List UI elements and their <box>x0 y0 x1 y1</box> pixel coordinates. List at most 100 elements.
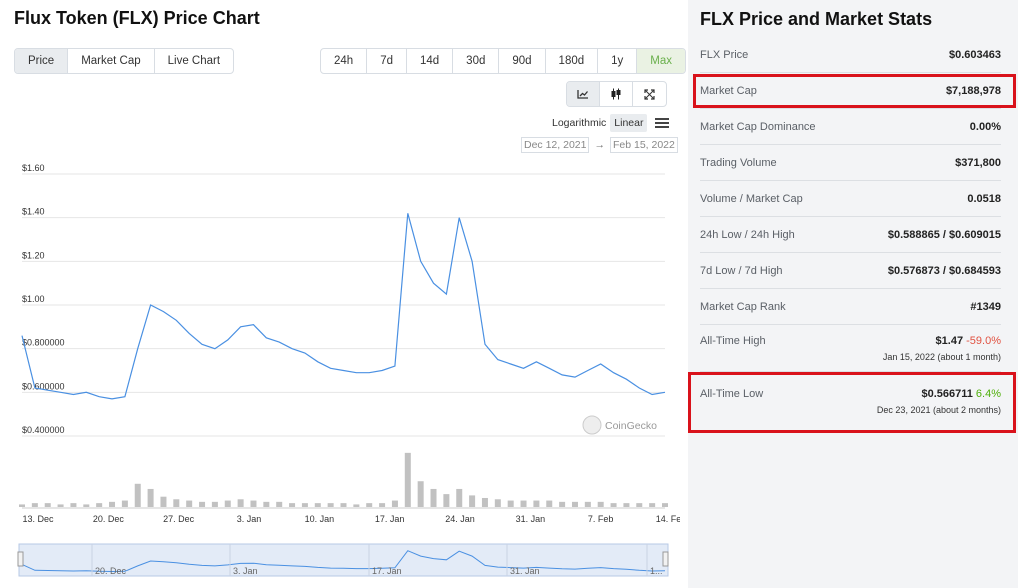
ath-change: -59.0% <box>966 335 1001 347</box>
range-180d[interactable]: 180d <box>546 49 599 73</box>
stat-label: 24h Low / 24h High <box>700 229 795 241</box>
x-tick-label: 31. Jan <box>516 514 546 524</box>
volume-bar <box>173 499 180 507</box>
stat-row-24h-range: 24h Low / 24h High $0.588865 / $0.609015 <box>700 217 1001 253</box>
y-tick-label: $1.00 <box>22 294 45 304</box>
tab-market-cap[interactable]: Market Cap <box>68 49 155 73</box>
ath-date: Jan 15, 2022 (about 1 month) <box>882 352 1001 362</box>
navigator-handle-right <box>662 551 669 567</box>
volume-bar <box>417 481 424 507</box>
stat-label: 7d Low / 7d High <box>700 265 783 277</box>
volume-bar <box>250 500 257 507</box>
stat-label: Trading Volume <box>700 157 777 169</box>
volume-bar <box>314 503 321 507</box>
stat-row-price: FLX Price $0.603463 <box>700 37 1001 73</box>
volume-bar <box>469 495 476 507</box>
range-7d[interactable]: 7d <box>367 49 407 73</box>
volume-bar <box>186 500 193 507</box>
x-tick-label: 24. Jan <box>445 514 475 524</box>
volume-bar <box>276 501 283 507</box>
volume-bar <box>340 503 347 507</box>
navigator-label: 20. Dec <box>95 566 127 576</box>
x-tick-label: 3. Jan <box>237 514 262 524</box>
tab-live-chart[interactable]: Live Chart <box>155 49 233 73</box>
volume-bar <box>610 503 617 507</box>
scale-linear[interactable]: Linear <box>610 114 648 132</box>
volume-bar <box>19 504 25 507</box>
volume-bar <box>494 499 501 507</box>
volume-bar <box>109 501 116 507</box>
stat-label: Market Cap Rank <box>700 301 786 313</box>
scale-toggle: Logarithmic Linear <box>548 114 670 132</box>
volume-bar <box>520 500 527 507</box>
highlight-market-cap <box>693 74 1016 108</box>
price-line <box>21 213 666 400</box>
candlestick-button[interactable] <box>600 82 633 106</box>
y-tick-label: $1.20 <box>22 250 45 260</box>
volume-bar <box>391 500 398 507</box>
line-chart-icon <box>577 90 588 99</box>
stat-label: FLX Price <box>700 49 749 61</box>
tab-price[interactable]: Price <box>15 49 69 73</box>
volume-bar <box>70 503 77 507</box>
x-tick-label: 27. Dec <box>163 514 195 524</box>
stat-value: $0.603463 <box>949 49 1001 61</box>
stats-title: FLX Price and Market Stats <box>700 9 933 29</box>
volume-bar <box>443 494 450 507</box>
volume-bar <box>44 503 51 507</box>
navigator-label: 3. Jan <box>233 566 258 576</box>
navigator-label: 17. Jan <box>372 566 402 576</box>
fullscreen-icon <box>644 88 655 100</box>
volume-bar <box>559 501 566 507</box>
volume-bar <box>289 503 296 507</box>
y-tick-label: $1.60 <box>22 163 45 173</box>
x-tick-label: 14. Feb <box>656 514 680 524</box>
volume-bar <box>507 500 514 507</box>
highlight-all-time-low <box>688 372 1016 433</box>
chart-menu-icon[interactable] <box>655 116 670 130</box>
volume-bar <box>211 501 218 507</box>
volume-bar <box>649 503 656 507</box>
stat-value: 0.0518 <box>967 193 1001 205</box>
volume-bar <box>636 503 643 507</box>
range-30d[interactable]: 30d <box>453 49 500 73</box>
volume-bar <box>571 501 578 507</box>
volume-bar <box>404 452 411 507</box>
volume-bar <box>31 503 38 507</box>
volume-bar <box>481 497 488 507</box>
volume-bar <box>456 488 463 507</box>
x-tick-label: 10. Jan <box>305 514 335 524</box>
x-tick-label: 7. Feb <box>588 514 614 524</box>
x-tick-label: 17. Jan <box>375 514 405 524</box>
stat-label: Market Cap Dominance <box>700 121 816 133</box>
range-max[interactable]: Max <box>637 49 686 73</box>
price-chart[interactable]: $1.60$1.40$1.20$1.00$0.800000$0.600000$0… <box>0 150 680 588</box>
chart-type-tabs: Price Market Cap Live Chart <box>14 48 235 74</box>
line-chart-button[interactable] <box>567 82 600 106</box>
volume-bar <box>57 504 64 507</box>
volume-bar <box>546 500 553 507</box>
page-title: Flux Token (FLX) Price Chart <box>14 8 260 28</box>
stat-row-volume: Trading Volume $371,800 <box>700 145 1001 181</box>
volume-bar <box>533 500 540 507</box>
stat-label: All-Time High <box>700 335 766 347</box>
coingecko-watermark: CoinGecko <box>605 420 657 432</box>
volume-bar <box>147 488 154 507</box>
volume-bar <box>224 500 231 507</box>
stat-row-volume-market-cap: Volume / Market Cap 0.0518 <box>700 181 1001 217</box>
stat-row-7d-range: 7d Low / 7d High $0.576873 / $0.684593 <box>700 253 1001 289</box>
navigator-label: 31. Jan <box>510 566 540 576</box>
range-90d[interactable]: 90d <box>499 49 546 73</box>
range-14d[interactable]: 14d <box>407 49 454 73</box>
stat-value: $1.47 -59.0% <box>935 335 1001 347</box>
range-1y[interactable]: 1y <box>598 49 638 73</box>
navigator-label: 1... <box>650 566 663 576</box>
stat-row-ath: All-Time High $1.47 -59.0% Jan 15, 2022 … <box>700 323 1001 372</box>
x-tick-label: 13. Dec <box>22 514 54 524</box>
volume-bar <box>237 499 244 507</box>
fullscreen-button[interactable] <box>633 82 666 106</box>
time-range-tabs: 24h 7d 14d 30d 90d 180d 1y Max <box>320 48 687 74</box>
scale-logarithmic[interactable]: Logarithmic <box>548 114 610 132</box>
volume-bar <box>121 500 128 507</box>
range-24h[interactable]: 24h <box>321 49 368 73</box>
